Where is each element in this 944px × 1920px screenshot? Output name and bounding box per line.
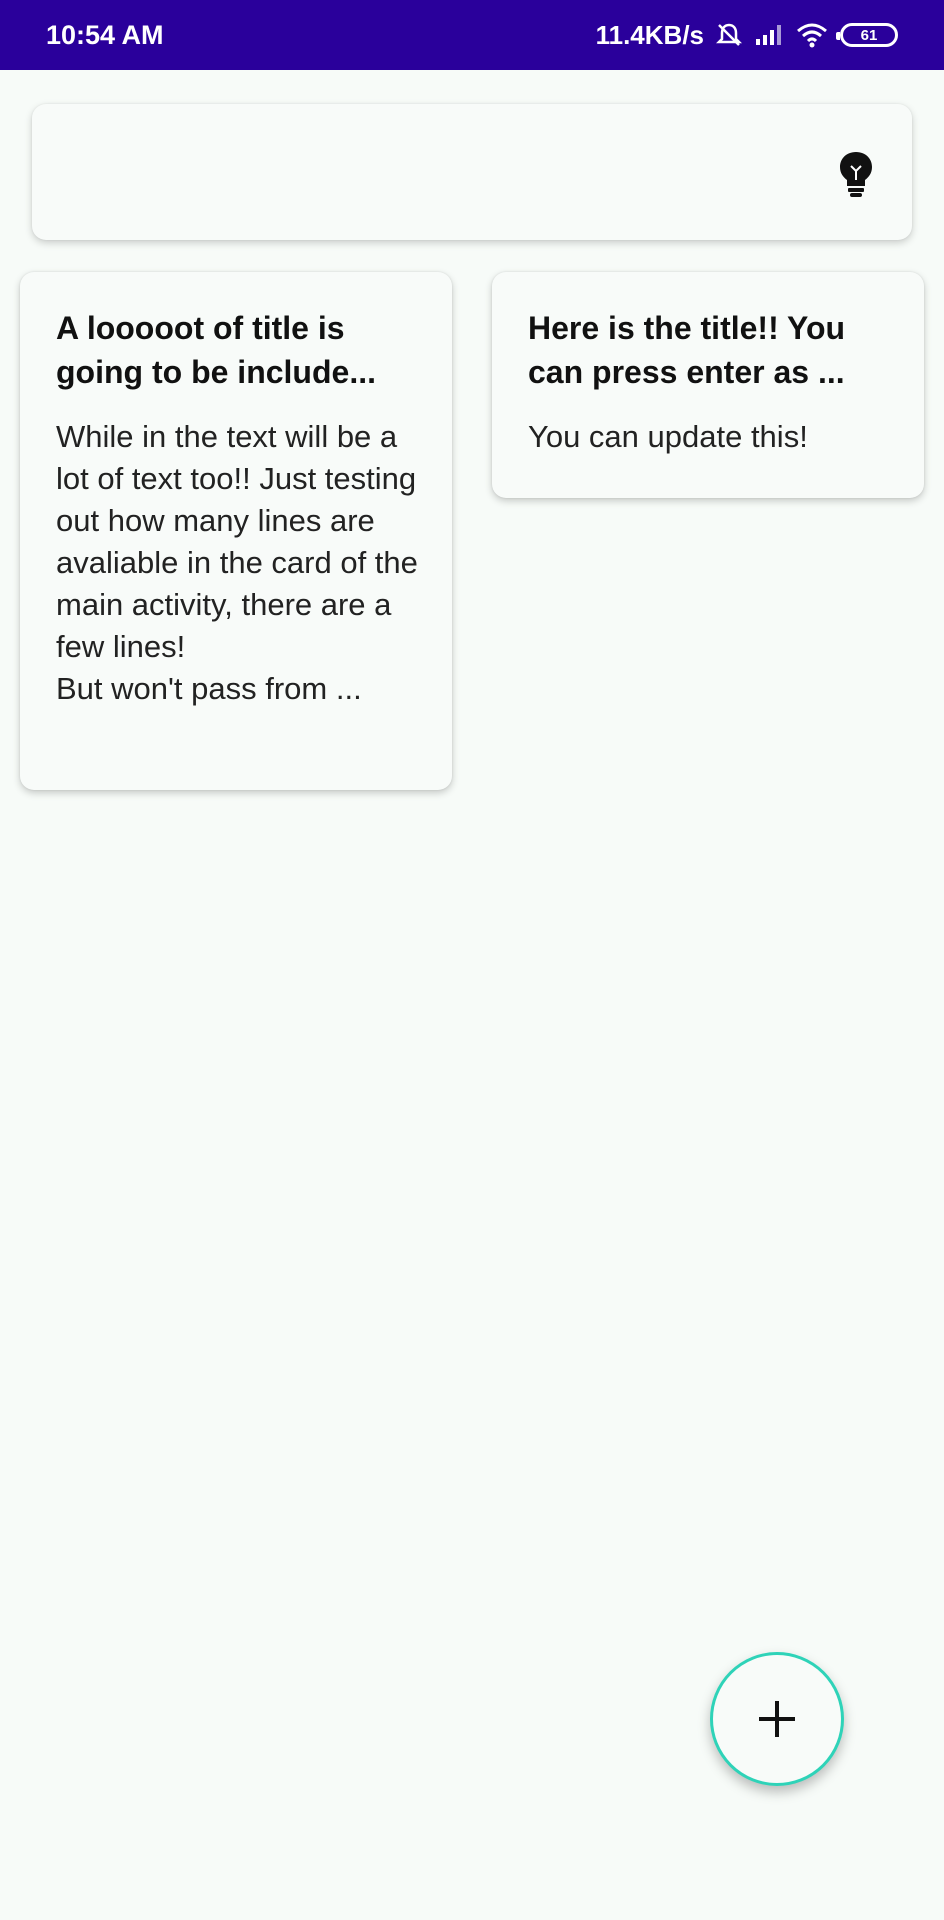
- network-speed: 11.4KB/s: [595, 19, 704, 50]
- status-bar: 10:54 AM 11.4KB/s 61: [0, 0, 944, 70]
- note-card[interactable]: Here is the title!! You can press enter …: [492, 272, 924, 498]
- signal-icon: [754, 23, 784, 47]
- plus-icon: [759, 1701, 795, 1737]
- battery-level: 61: [860, 26, 878, 44]
- search-bar-card[interactable]: [32, 104, 912, 240]
- note-body: While in the text will be a lot of text …: [56, 419, 418, 706]
- battery-icon: 61: [836, 23, 898, 47]
- status-icons: 11.4KB/s 61: [596, 20, 898, 51]
- lightbulb-icon[interactable]: [836, 150, 876, 198]
- mute-bell-icon: [716, 22, 742, 48]
- note-body: You can update this!: [528, 419, 808, 454]
- note-title: Here is the title!! You can press enter …: [528, 310, 846, 390]
- wifi-icon: [796, 22, 828, 48]
- note-card[interactable]: A looooot of title is going to be includ…: [20, 272, 452, 790]
- note-title: A looooot of title is going to be includ…: [56, 310, 376, 390]
- status-time: 10:54 AM: [46, 19, 164, 50]
- add-note-button[interactable]: [710, 1652, 844, 1786]
